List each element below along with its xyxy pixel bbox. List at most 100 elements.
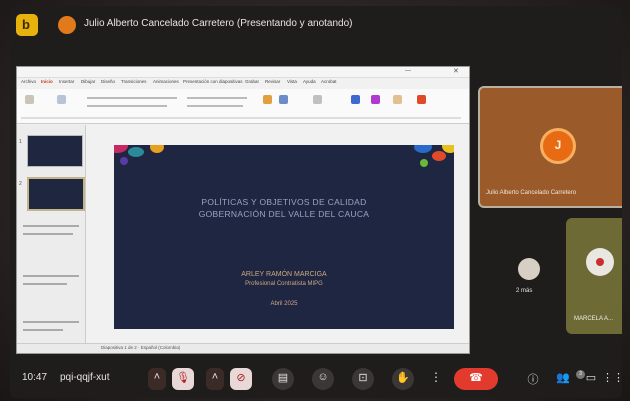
tab-diseno[interactable]: Diseño [101,79,115,84]
meeting-time: 10:47 [22,372,48,383]
tab-inicio[interactable]: Inicio [41,79,53,84]
tab-dibujar[interactable]: Dibujar [81,79,95,84]
chevron-up-icon: ˄ [153,371,161,383]
presenter-avatar [58,16,76,34]
raise-hand-button[interactable]: ✋ [392,368,414,390]
slide-title-line-1: POLÍTICAS Y OBJETIVOS DE CALIDAD [201,197,367,207]
tab-archivo[interactable]: Archivo [21,79,36,84]
shapes-icon[interactable] [263,95,272,104]
notes-line [23,275,79,277]
ppt-statusbar: Diapositiva 1 de 2 · Español (Colombia) [17,343,469,353]
participant-initial: J [554,138,562,152]
chat-button[interactable]: ▭ [580,368,602,390]
captions-icon: ▤ [277,372,289,384]
top-bar: b Julio Alberto Cancelado Carretero (Pre… [10,6,622,50]
current-slide[interactable]: POLÍTICAS Y OBJETIVOS DE CALIDAD GOBERNA… [114,145,454,329]
find-icon[interactable] [313,95,322,104]
end-call-button[interactable]: ☎ [454,368,498,390]
tab-acrobat[interactable]: Acrobat [321,79,337,84]
more-options-icon[interactable]: ⋮ [430,370,442,384]
end-call-icon: ☎ [469,372,483,384]
captions-button[interactable]: ▤ [272,368,294,390]
slide-author: ARLEY RAMÓN MARCIGA [241,271,327,278]
slide-title-line-2: GOBERNACIÓN DEL VALLE DEL CAUCA [198,209,370,219]
slide-thumbnail-2[interactable] [27,177,85,211]
paint-splash [432,151,446,161]
ppt-titlebar: — ✕ [17,67,469,78]
ppt-ribbon-tabs: Archivo Inicio Insertar Dibujar Diseño T… [17,78,469,97]
present-icon: ⊡ [358,372,368,384]
paint-splash [128,147,144,157]
close-icon[interactable]: ✕ [453,67,459,75]
ribbon-group-labels [21,117,461,119]
font-format-row[interactable] [87,105,167,107]
align-row[interactable] [187,105,243,107]
others-count: 2 más [516,288,533,294]
paragraph-row[interactable] [187,97,247,99]
people-icon: 👥 [556,372,570,384]
slide-role: Profesional Contratista MIPG [245,281,323,287]
raise-hand-icon: ✋ [396,372,410,384]
thumb-number-2: 2 [19,181,22,187]
slide-thumbnails: 1 2 [17,125,86,351]
audio-options-button[interactable]: ˄ [148,368,166,390]
participant-tile-marcela[interactable]: MARCELA A... [566,218,622,334]
meet-window: b Julio Alberto Cancelado Carretero (Pre… [10,6,622,398]
people-button[interactable]: 👥 [552,368,574,390]
copilot-icon[interactable] [417,95,426,104]
activities-button[interactable]: ⋮⋮ [602,368,622,390]
chat-icon: ▭ [585,372,597,384]
new-slide-icon[interactable] [57,95,66,104]
meeting-code: pqi-qqjf-xut [60,372,110,383]
others-avatar[interactable] [518,258,540,280]
video-options-button[interactable]: ˄ [206,368,224,390]
present-button[interactable]: ⊡ [352,368,374,390]
notes-line [23,329,63,331]
tab-ayuda[interactable]: Ayuda [303,79,316,84]
info-button[interactable]: ⓘ [522,368,544,390]
presenter-title: Julio Alberto Cancelado Carretero (Prese… [84,18,353,29]
meet-logo-icon: b [16,14,38,36]
tab-revisar[interactable]: Revisar [265,79,280,84]
notes-line [23,283,67,285]
slide-thumbnail-1[interactable] [27,135,83,167]
emoji-button[interactable]: ☺ [312,368,334,390]
tab-vista[interactable]: Vista [287,79,297,84]
addins-icon[interactable] [393,95,402,104]
paint-splash [114,145,128,153]
participant-name: Julio Alberto Cancelado Carretero [486,190,577,196]
mic-off-icon: 🎙 [176,372,190,384]
minimize-icon[interactable]: — [405,68,411,74]
shared-screen[interactable]: — ✕ Archivo Inicio Insertar Dibujar Dise… [16,66,470,354]
font-box[interactable] [87,97,177,99]
paint-splash [420,159,428,167]
notes-line [23,225,79,227]
tab-transiciones[interactable]: Transiciones [121,79,146,84]
paste-icon[interactable] [25,95,34,104]
paint-splash [150,145,164,153]
paint-splash [120,157,128,165]
chevron-up-icon: ˄ [211,371,219,383]
notes-line [23,233,73,235]
mic-button[interactable]: 🎙 [172,368,194,390]
notes-line [23,321,79,323]
tab-presentacion[interactable]: Presentación con diapositivas [183,79,243,84]
tab-animaciones[interactable]: Animaciones [153,79,179,84]
designer-icon[interactable] [371,95,380,104]
dictate-icon[interactable] [351,95,360,104]
call-controls: 10:47 pqi-qqjf-xut ˄ 🎙 ˄ ⊘ ▤ ☺ ⊡ ✋ ⋮ ☎ ⓘ… [10,358,622,398]
status-text: Diapositiva 1 de 2 · Español (Colombia) [101,345,181,350]
thumb-number-1: 1 [19,139,22,145]
participant-tile-main[interactable]: J Julio Alberto Cancelado Carretero [478,86,622,208]
participant-name: MARCELA A... [574,316,614,322]
tab-grabar[interactable]: Grabar [245,79,259,84]
activities-icon: ⋮⋮ [602,372,622,384]
info-icon: ⓘ [527,374,539,386]
camera-button[interactable]: ⊘ [230,368,252,390]
ribbon [17,89,469,124]
paint-splash [414,145,432,153]
avatar-logo [596,258,604,266]
emoji-icon: ☺ [317,371,329,383]
tab-insertar[interactable]: Insertar [59,79,74,84]
arrange-icon[interactable] [279,95,288,104]
